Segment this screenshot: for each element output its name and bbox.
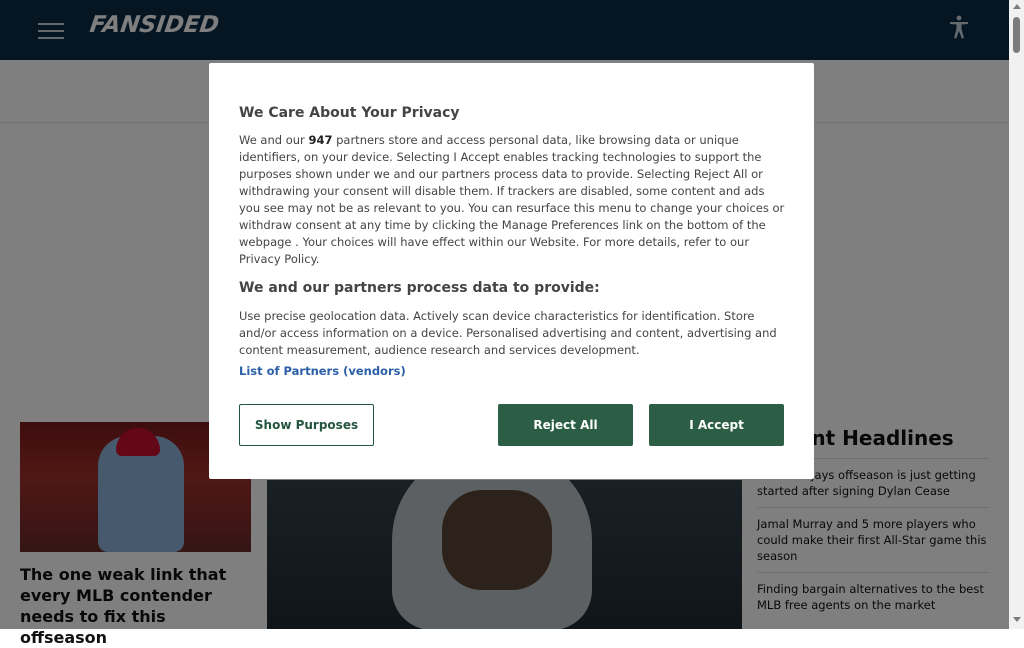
process-heading: We and our partners process data to prov… [239, 280, 600, 296]
accept-button[interactable]: I Accept [649, 404, 784, 446]
privacy-consent-dialog: We Care About Your Privacy We and our 94… [209, 63, 814, 479]
show-purposes-button[interactable]: Show Purposes [239, 404, 374, 446]
page-scrollbar[interactable] [1009, 0, 1024, 629]
process-description: Use precise geolocation data. Actively s… [239, 309, 777, 357]
reject-all-button[interactable]: Reject All [498, 404, 633, 446]
partners-list-link[interactable]: List of Partners (vendors) [239, 364, 406, 378]
consent-title: We Care About Your Privacy [239, 105, 460, 121]
consent-description: We and our 947 partners store and access… [239, 133, 785, 266]
scroll-up-arrow-icon[interactable] [1013, 4, 1021, 9]
partners-count: 947 [308, 133, 333, 147]
scroll-down-arrow-icon[interactable] [1013, 617, 1021, 622]
scrollbar-thumb[interactable] [1013, 17, 1020, 53]
